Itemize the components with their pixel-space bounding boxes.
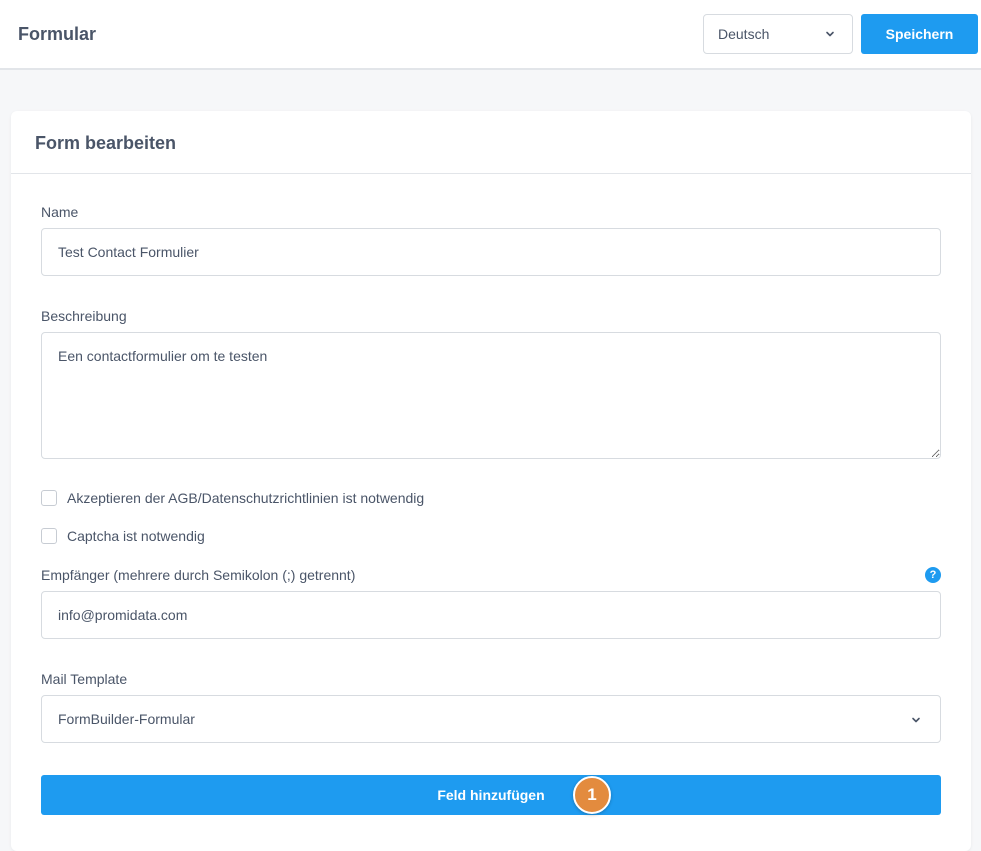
mail-template-label: Mail Template bbox=[41, 671, 128, 687]
chevron-down-icon bbox=[912, 717, 920, 723]
terms-checkbox-row[interactable]: Akzeptieren der AGB/Datenschutzrichtlini… bbox=[41, 490, 424, 506]
captcha-checkbox-row[interactable]: Captcha ist notwendig bbox=[41, 528, 205, 544]
name-input[interactable] bbox=[41, 228, 941, 276]
form-edit-card: Form bearbeiten Name Beschreibung Een co… bbox=[11, 111, 971, 851]
question-circle-icon[interactable]: ? bbox=[925, 567, 941, 583]
captcha-checkbox[interactable] bbox=[41, 528, 57, 544]
captcha-checkbox-label: Captcha ist notwendig bbox=[67, 528, 205, 544]
page-title: Formular bbox=[18, 24, 97, 44]
language-select[interactable]: Deutsch bbox=[703, 14, 853, 54]
name-label: Name bbox=[41, 204, 79, 220]
terms-checkbox[interactable] bbox=[41, 490, 57, 506]
mail-template-value: FormBuilder-Formular bbox=[58, 711, 195, 727]
add-field-button[interactable]: Feld hinzufügen bbox=[41, 775, 941, 815]
top-bar: Formular Deutsch Speichern bbox=[0, 0, 981, 70]
recipient-label: Empfänger (mehrere durch Semikolon (;) g… bbox=[41, 567, 356, 583]
card-header: Form bearbeiten bbox=[11, 111, 971, 174]
step-number-badge: 1 bbox=[573, 776, 611, 814]
recipient-input[interactable] bbox=[41, 591, 941, 639]
description-label: Beschreibung bbox=[41, 308, 127, 324]
chevron-down-icon bbox=[826, 31, 834, 37]
card-title: Form bearbeiten bbox=[35, 133, 177, 153]
terms-checkbox-label: Akzeptieren der AGB/Datenschutzrichtlini… bbox=[67, 490, 425, 506]
mail-template-select[interactable]: FormBuilder-Formular bbox=[41, 695, 941, 743]
description-textarea[interactable]: Een contactformulier om te testen bbox=[41, 332, 941, 459]
language-select-value: Deutsch bbox=[718, 26, 770, 42]
save-button[interactable]: Speichern bbox=[861, 14, 978, 54]
